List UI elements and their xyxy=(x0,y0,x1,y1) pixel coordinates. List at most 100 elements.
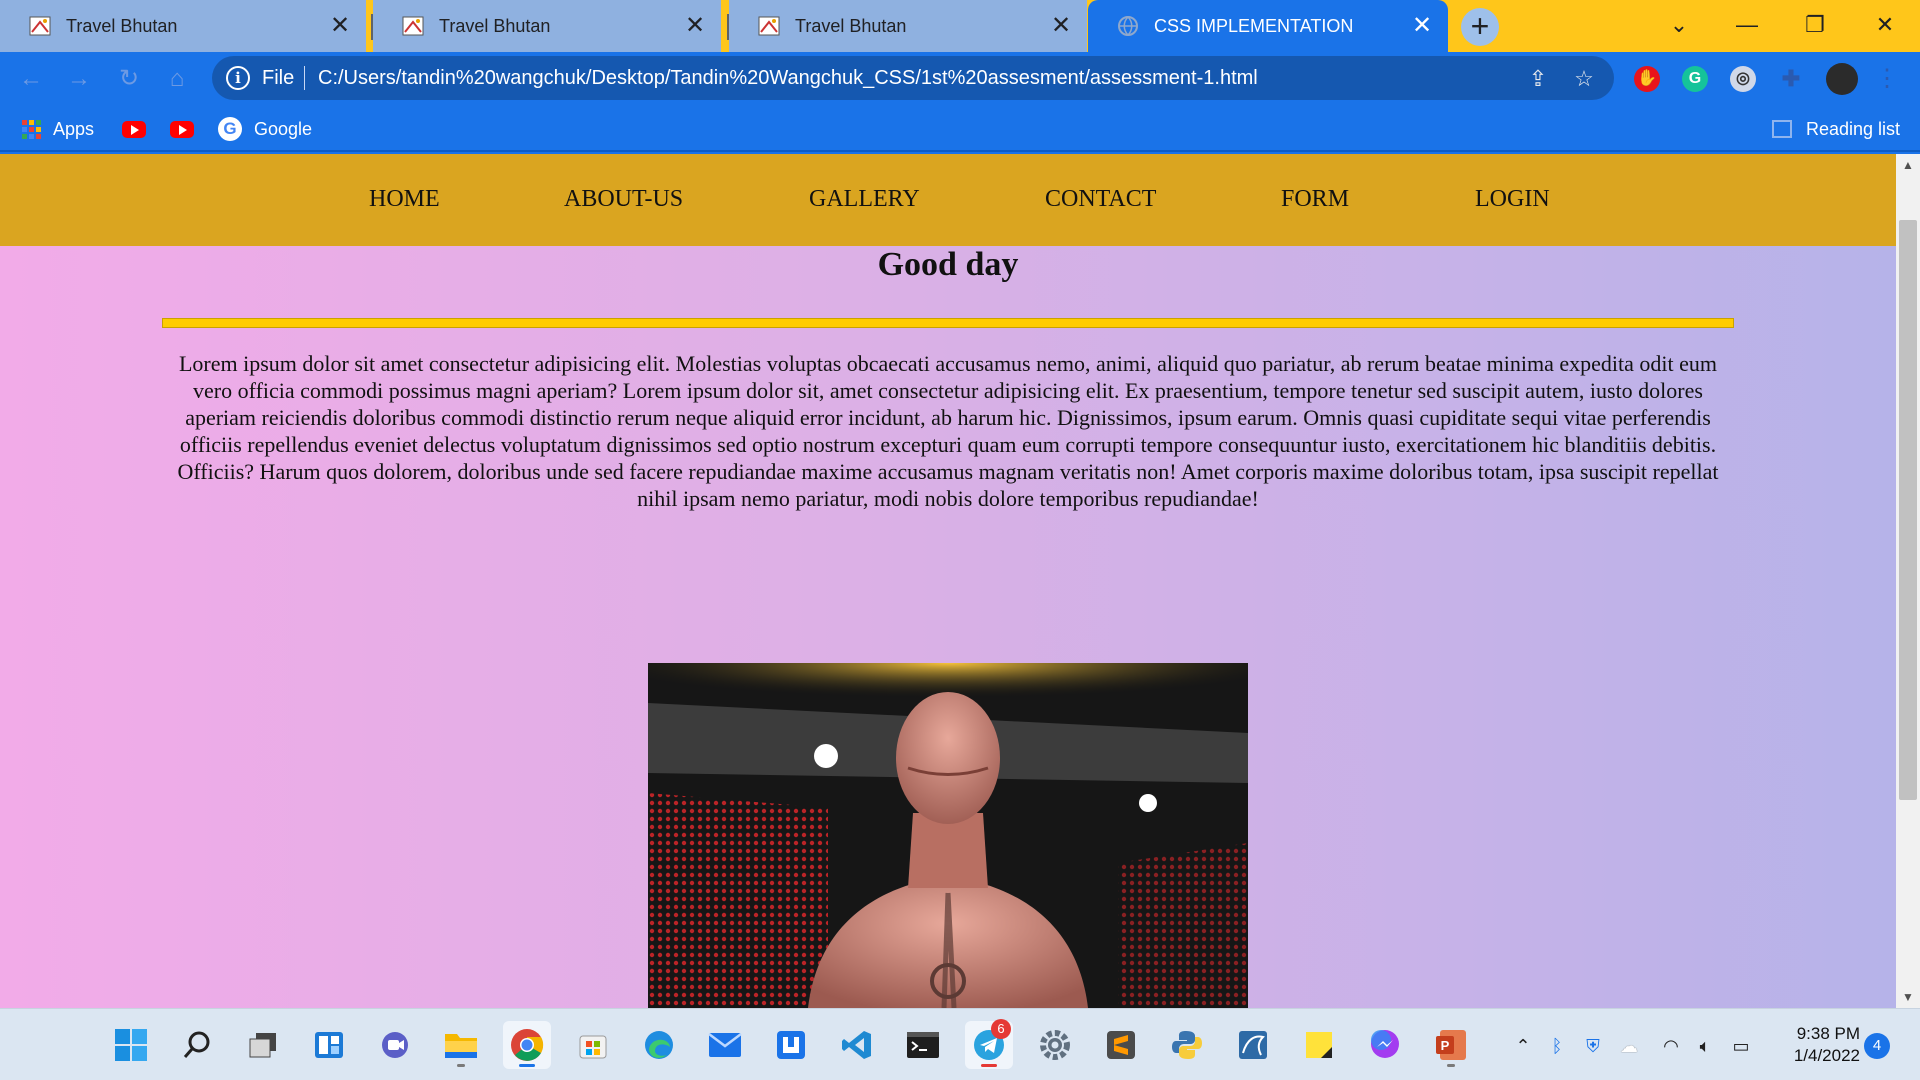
telegram-badge: 6 xyxy=(991,1019,1011,1039)
reading-list-icon xyxy=(1772,120,1792,138)
body-paragraph: Lorem ipsum dolor sit amet consectetur a… xyxy=(177,351,1719,511)
browser-tab-active[interactable]: CSS IMPLEMENTATION ✕ xyxy=(1088,0,1448,52)
windows-taskbar: 6 P ⌃ ᛒ ⛨ ☁ ◠ 🔈︎ ▭ 9:38 PM 1/4/2022 4 xyxy=(0,1008,1920,1080)
youtube-icon xyxy=(170,120,194,138)
nav-link-login[interactable]: LOGIN xyxy=(1475,186,1550,213)
tab-title: Travel Bhutan xyxy=(439,15,551,36)
google-icon: G xyxy=(218,117,242,141)
restore-icon[interactable]: ❐ xyxy=(1797,10,1833,40)
address-bar[interactable]: i File C:/Users/tandin%20wangchuk/Deskto… xyxy=(212,56,1614,100)
youtube-icon xyxy=(122,120,146,138)
sublime-text-icon[interactable] xyxy=(1097,1021,1145,1069)
sticky-notes-icon[interactable] xyxy=(1295,1021,1343,1069)
settings-gear-icon[interactable] xyxy=(1031,1021,1079,1069)
scroll-down-arrow-icon[interactable]: ▼ xyxy=(1896,986,1920,1008)
app-store-icon[interactable] xyxy=(767,1021,815,1069)
back-icon[interactable]: ← xyxy=(16,64,46,94)
extensions-puzzle-icon[interactable]: ✚ xyxy=(1778,66,1804,92)
tab-search-icon[interactable]: ⌄ xyxy=(1661,10,1697,40)
apps-grid-icon xyxy=(22,119,41,139)
close-icon[interactable]: ✕ xyxy=(683,14,707,38)
minimize-icon[interactable]: — xyxy=(1729,10,1765,40)
search-icon[interactable] xyxy=(173,1021,221,1069)
google-label: Google xyxy=(254,118,313,139)
battery-icon[interactable]: ▭ xyxy=(1728,1033,1754,1059)
running-indicator xyxy=(981,1064,997,1067)
youtube-bookmark[interactable] xyxy=(122,116,146,142)
apps-bookmark[interactable]: Apps xyxy=(22,116,94,142)
file-explorer-icon[interactable] xyxy=(437,1021,485,1069)
tray-overflow-chevron-icon[interactable]: ⌃ xyxy=(1510,1033,1536,1059)
wifi-icon[interactable]: ◠ xyxy=(1658,1033,1684,1059)
running-indicator xyxy=(457,1064,465,1067)
nav-link-gallery[interactable]: GALLERY xyxy=(809,186,920,213)
notification-center-badge[interactable]: 4 xyxy=(1864,1033,1890,1059)
adblock-extension-icon[interactable]: ✋ xyxy=(1634,66,1660,92)
terminal-icon[interactable] xyxy=(899,1021,947,1069)
page-viewport: HOME ABOUT-US GALLERY CONTACT FORM LOGIN… xyxy=(0,154,1896,1008)
page-scrollbar[interactable]: ▲ ▼ xyxy=(1896,154,1920,1008)
start-icon[interactable] xyxy=(107,1021,155,1069)
powerpoint-icon[interactable]: P xyxy=(1427,1021,1475,1069)
site-info-icon[interactable]: i xyxy=(226,66,250,90)
profile-avatar[interactable] xyxy=(1826,63,1858,95)
microsoft-store-icon[interactable] xyxy=(569,1021,617,1069)
python-icon[interactable] xyxy=(1163,1021,1211,1069)
vscode-icon[interactable] xyxy=(833,1021,881,1069)
mail-icon[interactable] xyxy=(701,1021,749,1069)
home-icon[interactable]: ⌂ xyxy=(162,64,192,94)
scroll-up-arrow-icon[interactable]: ▲ xyxy=(1896,154,1920,176)
browser-tab-strip: Travel Bhutan ✕ Travel Bhutan ✕ Travel B… xyxy=(0,0,1920,52)
reload-icon[interactable]: ↻ xyxy=(114,64,144,94)
close-icon[interactable]: ✕ xyxy=(1049,14,1073,38)
telegram-icon[interactable]: 6 xyxy=(965,1019,1013,1069)
page-heading: Good day xyxy=(877,246,1019,283)
task-view-icon[interactable] xyxy=(239,1021,287,1069)
bluetooth-icon[interactable]: ᛒ xyxy=(1544,1033,1570,1059)
scroll-thumb[interactable] xyxy=(1899,220,1917,800)
teams-chat-icon[interactable] xyxy=(371,1021,419,1069)
close-icon[interactable]: ✕ xyxy=(328,14,352,38)
chrome-icon[interactable] xyxy=(503,1021,551,1069)
mysql-workbench-icon[interactable] xyxy=(1229,1021,1277,1069)
browser-tab[interactable]: Travel Bhutan ✕ xyxy=(373,0,721,52)
running-indicator xyxy=(519,1064,535,1067)
reading-list-label: Reading list xyxy=(1806,118,1901,139)
clock-time: 9:38 PM xyxy=(1796,1024,1860,1043)
messenger-icon[interactable] xyxy=(1361,1021,1409,1069)
widgets-icon[interactable] xyxy=(305,1021,353,1069)
tab-title: CSS IMPLEMENTATION xyxy=(1154,15,1354,36)
wrestler-photo xyxy=(648,663,1248,1008)
svg-text:P: P xyxy=(1441,1038,1450,1053)
incognito-extension-icon[interactable]: ◎ xyxy=(1730,66,1756,92)
nav-link-contact[interactable]: CONTACT xyxy=(1045,186,1156,213)
close-icon[interactable]: ✕ xyxy=(1410,14,1434,38)
edge-icon[interactable] xyxy=(635,1021,683,1069)
clock[interactable]: 9:38 PM 1/4/2022 xyxy=(1760,1023,1860,1067)
window-close-icon[interactable]: ✕ xyxy=(1867,10,1903,40)
browser-tab[interactable]: Travel Bhutan ✕ xyxy=(729,0,1087,52)
reading-list-button[interactable]: Reading list xyxy=(1772,116,1900,142)
share-icon[interactable]: ⇪ xyxy=(1525,66,1551,92)
defender-shield-icon[interactable]: ⛨ xyxy=(1580,1033,1606,1059)
url-text[interactable]: C:/Users/tandin%20wangchuk/Desktop/Tandi… xyxy=(318,67,1258,90)
browser-tab[interactable]: Travel Bhutan ✕ xyxy=(0,0,366,52)
travel-favicon-icon xyxy=(401,14,425,38)
bookmarks-bar: Apps G Google Reading list xyxy=(0,104,1920,152)
grammarly-extension-icon[interactable]: G xyxy=(1682,66,1708,92)
volume-icon[interactable]: 🔈︎ xyxy=(1692,1033,1718,1059)
url-scheme: File xyxy=(262,67,295,89)
youtube-bookmark[interactable] xyxy=(170,116,194,142)
nav-link-form[interactable]: FORM xyxy=(1281,186,1349,213)
nav-link-home[interactable]: HOME xyxy=(369,186,440,213)
bookmark-star-icon[interactable]: ☆ xyxy=(1571,66,1597,92)
onedrive-cloud-icon[interactable]: ☁ xyxy=(1616,1033,1642,1059)
globe-favicon-icon xyxy=(1116,14,1140,38)
travel-favicon-icon xyxy=(28,14,52,38)
clock-date: 1/4/2022 xyxy=(1793,1046,1860,1065)
nav-link-about-us[interactable]: ABOUT-US xyxy=(564,186,683,213)
google-bookmark[interactable]: G Google xyxy=(218,116,312,142)
new-tab-button[interactable]: + xyxy=(1461,8,1499,46)
menu-kebab-icon[interactable]: ⋮ xyxy=(1872,64,1902,94)
forward-icon[interactable]: → xyxy=(64,64,94,94)
